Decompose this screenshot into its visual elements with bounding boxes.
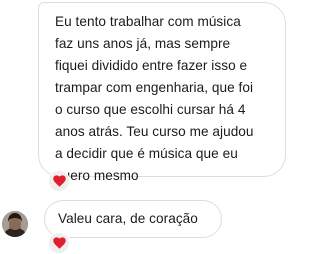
message-text-line: fiquei dividido entre fazer isso e xyxy=(55,58,248,73)
received-message-bubble[interactable]: Eu tento trabalhar com música faz uns an… xyxy=(38,2,286,183)
message-text-line: anos atrás. Teu curso me ajudou xyxy=(55,124,254,139)
message-text-line: trampar com engenharia, que foi xyxy=(55,80,254,95)
heart-reaction[interactable] xyxy=(48,232,70,254)
red-heart-icon xyxy=(52,175,66,187)
message-text: Valeu cara, de coração xyxy=(58,211,198,226)
red-heart-icon xyxy=(52,237,66,249)
heart-reaction[interactable] xyxy=(48,170,70,192)
received-message-bubble[interactable]: Valeu cara, de coração xyxy=(44,200,222,238)
message-text-line: Eu tento trabalhar com música xyxy=(55,14,241,29)
avatar[interactable] xyxy=(2,211,28,237)
message-text-line: o curso que escolhi cursar há 4 xyxy=(55,102,246,117)
message-text-line: quero mesmo xyxy=(55,168,139,183)
avatar-photo xyxy=(2,211,28,237)
message-text-line: faz uns anos já, mas sempre xyxy=(55,36,231,51)
message-text-line: a decidir que é música que eu xyxy=(55,146,238,161)
